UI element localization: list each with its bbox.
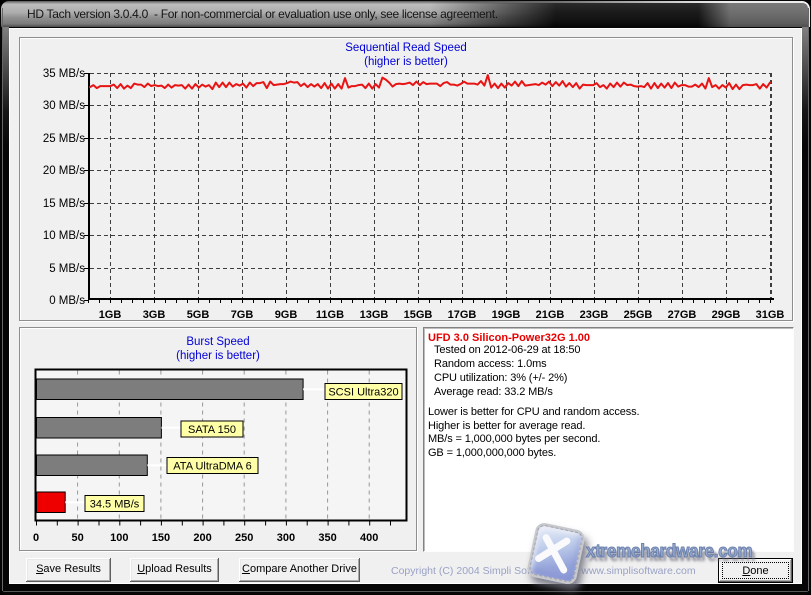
svg-text:3GB: 3GB — [143, 309, 166, 321]
svg-text:100: 100 — [110, 532, 128, 544]
svg-text:31GB: 31GB — [756, 309, 785, 321]
svg-text:SATA 150: SATA 150 — [188, 424, 236, 436]
svg-text:17GB: 17GB — [448, 309, 477, 321]
svg-text:21GB: 21GB — [536, 309, 565, 321]
svg-text:5GB: 5GB — [187, 309, 210, 321]
svg-text:350: 350 — [318, 532, 336, 544]
svg-text:300: 300 — [277, 532, 295, 544]
svg-text:35 MB/s: 35 MB/s — [43, 68, 85, 80]
svg-text:29GB: 29GB — [712, 309, 741, 321]
svg-text:34.5 MB/s: 34.5 MB/s — [90, 499, 140, 511]
svg-text:200: 200 — [193, 532, 211, 544]
svg-text:7GB: 7GB — [231, 309, 254, 321]
svg-text:13GB: 13GB — [360, 309, 389, 321]
svg-text:50: 50 — [71, 532, 83, 544]
svg-text:SCSI Ultra320: SCSI Ultra320 — [328, 387, 398, 399]
svg-text:9GB: 9GB — [275, 309, 298, 321]
svg-text:15 MB/s: 15 MB/s — [43, 198, 85, 210]
svg-text:25GB: 25GB — [624, 309, 653, 321]
svg-text:23GB: 23GB — [580, 309, 609, 321]
svg-text:400: 400 — [360, 532, 378, 544]
svg-text:15GB: 15GB — [404, 309, 433, 321]
svg-text:5 MB/s: 5 MB/s — [49, 263, 85, 275]
svg-text:11GB: 11GB — [316, 309, 344, 321]
svg-text:1GB: 1GB — [99, 309, 122, 321]
svg-text:27GB: 27GB — [668, 309, 697, 321]
svg-text:30 MB/s: 30 MB/s — [43, 100, 85, 112]
svg-text:250: 250 — [235, 532, 253, 544]
svg-text:19GB: 19GB — [492, 309, 521, 321]
svg-text:150: 150 — [152, 532, 170, 544]
svg-text:0 MB/s: 0 MB/s — [49, 295, 85, 307]
svg-text:10 MB/s: 10 MB/s — [43, 230, 85, 242]
svg-text:20 MB/s: 20 MB/s — [43, 165, 85, 177]
svg-text:0: 0 — [33, 532, 39, 544]
svg-text:ATA UltraDMA 6: ATA UltraDMA 6 — [173, 461, 251, 473]
svg-text:25 MB/s: 25 MB/s — [43, 133, 85, 145]
